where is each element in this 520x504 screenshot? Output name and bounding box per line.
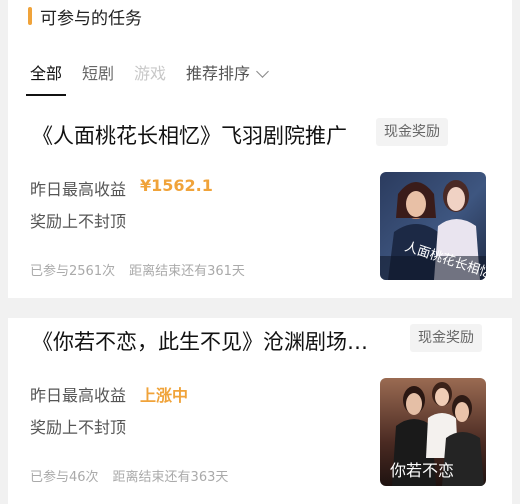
task-panel: 可参与的任务 全部 短剧 游戏 推荐排序 《人面桃花长相忆》飞羽剧院推广 现金奖… (8, 0, 512, 504)
section-title: 可参与的任务 (40, 8, 142, 29)
task-meta: 已参与2561次 距离结束还有361天 (30, 260, 245, 279)
task-title[interactable]: 《你若不恋，此生不见》沧渊剧场… (32, 326, 407, 356)
reward-badge: 现金奖励 (410, 324, 482, 352)
chevron-down-icon (256, 64, 269, 78)
reward-note: 奖励上不封顶 (30, 418, 127, 437)
section-header: 可参与的任务 (28, 4, 142, 29)
tab-games[interactable]: 游戏 (134, 62, 166, 86)
section-accent-bar (28, 7, 32, 25)
card-divider (8, 298, 512, 318)
poster-artwork: 你若不恋 (380, 378, 486, 486)
task-title[interactable]: 《人面桃花长相忆》飞羽剧院推广 (32, 120, 382, 150)
earnings-row: 昨日最高收益 ¥1562.1 (30, 176, 213, 200)
earnings-label: 昨日最高收益 (30, 180, 127, 199)
task-card[interactable]: 《你若不恋，此生不见》沧渊剧场… 现金奖励 昨日最高收益 上涨中 奖励上不封顶 … (8, 318, 512, 504)
drama-poster[interactable]: 人面桃花长相忆 (380, 172, 486, 280)
poster-text: 你若不恋 (390, 461, 454, 480)
task-card[interactable]: 《人面桃花长相忆》飞羽剧院推广 现金奖励 昨日最高收益 ¥1562.1 奖励上不… (8, 112, 512, 298)
deadline-text: 距离结束还有361天 (129, 264, 245, 279)
earnings-value: 上涨中 (140, 386, 189, 405)
sort-dropdown[interactable]: 推荐排序 (186, 62, 269, 86)
reward-badge: 现金奖励 (376, 118, 448, 146)
filter-tabs: 全部 短剧 游戏 推荐排序 (25, 62, 287, 98)
sort-label: 推荐排序 (186, 64, 251, 83)
participants-count: 已参与2561次 (30, 264, 116, 279)
poster-artwork: 人面桃花长相忆 (380, 172, 486, 280)
reward-note: 奖励上不封顶 (30, 212, 127, 231)
earnings-row: 昨日最高收益 上涨中 (30, 382, 188, 406)
tab-all[interactable]: 全部 (25, 62, 67, 96)
participants-count: 已参与46次 (30, 470, 99, 485)
earnings-value: ¥1562.1 (140, 176, 213, 195)
task-meta: 已参与46次 距离结束还有363天 (30, 466, 228, 485)
drama-poster[interactable]: 你若不恋 (380, 378, 486, 486)
earnings-label: 昨日最高收益 (30, 386, 127, 405)
tab-short-drama[interactable]: 短剧 (82, 62, 114, 86)
deadline-text: 距离结束还有363天 (112, 470, 229, 485)
